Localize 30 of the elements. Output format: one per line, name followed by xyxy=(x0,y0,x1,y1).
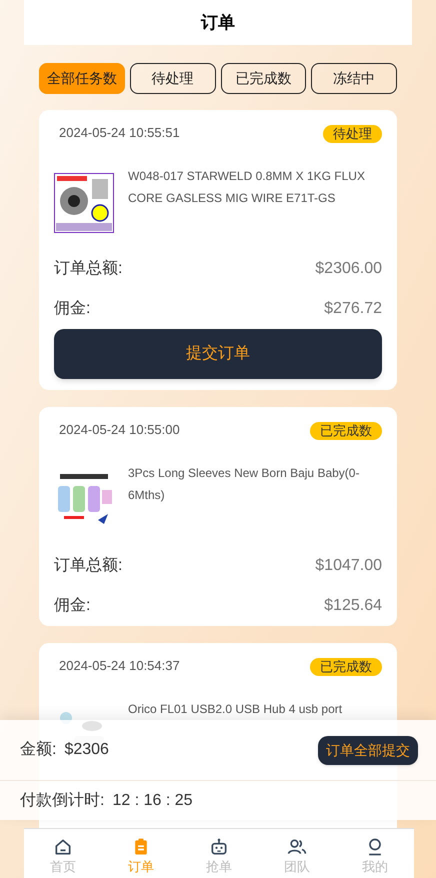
order-time: 2024-05-24 10:54:37 xyxy=(59,657,180,675)
product-title: W048-017 STARWELD 0.8MM X 1KG FLUX CORE GASLESS MIG WIRE E71T-GS xyxy=(128,168,366,207)
commission-amount: $125.64 xyxy=(324,596,382,616)
filter-tab[interactable]: 已完成数 xyxy=(220,63,306,94)
total-amount: $1047.00 xyxy=(315,556,382,576)
commission-label: 佣金: xyxy=(54,596,90,616)
filter-tab[interactable]: 冻结中 xyxy=(311,63,397,94)
commission-amount: $276.72 xyxy=(324,299,382,319)
commission-label: 佣金: xyxy=(54,299,90,319)
status-badge: 待处理 xyxy=(323,125,382,143)
robot-icon xyxy=(209,837,229,857)
submit-order-button[interactable]: 提交订单 xyxy=(54,329,382,379)
countdown-label: 付款倒计时: xyxy=(20,790,104,810)
product-title: Orico FL01 USB2.0 USB Hub 4 usb port xyxy=(128,701,342,718)
submit-all-button[interactable]: 订单全部提交 xyxy=(318,736,418,764)
amount-label: 金额: xyxy=(20,740,56,760)
page-title: 订单 xyxy=(201,12,235,34)
order-time: 2024-05-24 10:55:00 xyxy=(59,421,180,439)
home-icon xyxy=(53,837,73,857)
total-label: 订单总额: xyxy=(54,258,122,279)
countdown-value: 12 : 16 : 25 xyxy=(112,790,193,810)
amount-value: $2306 xyxy=(64,740,109,760)
status-badge: 已完成数 xyxy=(310,422,382,440)
total-label: 订单总额: xyxy=(54,556,122,576)
product-title: 3Pcs Long Sleeves New Born Baju Baby(0-6Mths) xyxy=(128,465,360,504)
total-amount: $2306.00 xyxy=(315,259,382,279)
filter-tab[interactable]: 待处理 xyxy=(130,63,216,94)
filter-tab[interactable]: 全部任务数 xyxy=(39,63,125,94)
order-time: 2024-05-24 10:55:51 xyxy=(59,124,180,142)
status-badge: 已完成数 xyxy=(310,658,382,676)
